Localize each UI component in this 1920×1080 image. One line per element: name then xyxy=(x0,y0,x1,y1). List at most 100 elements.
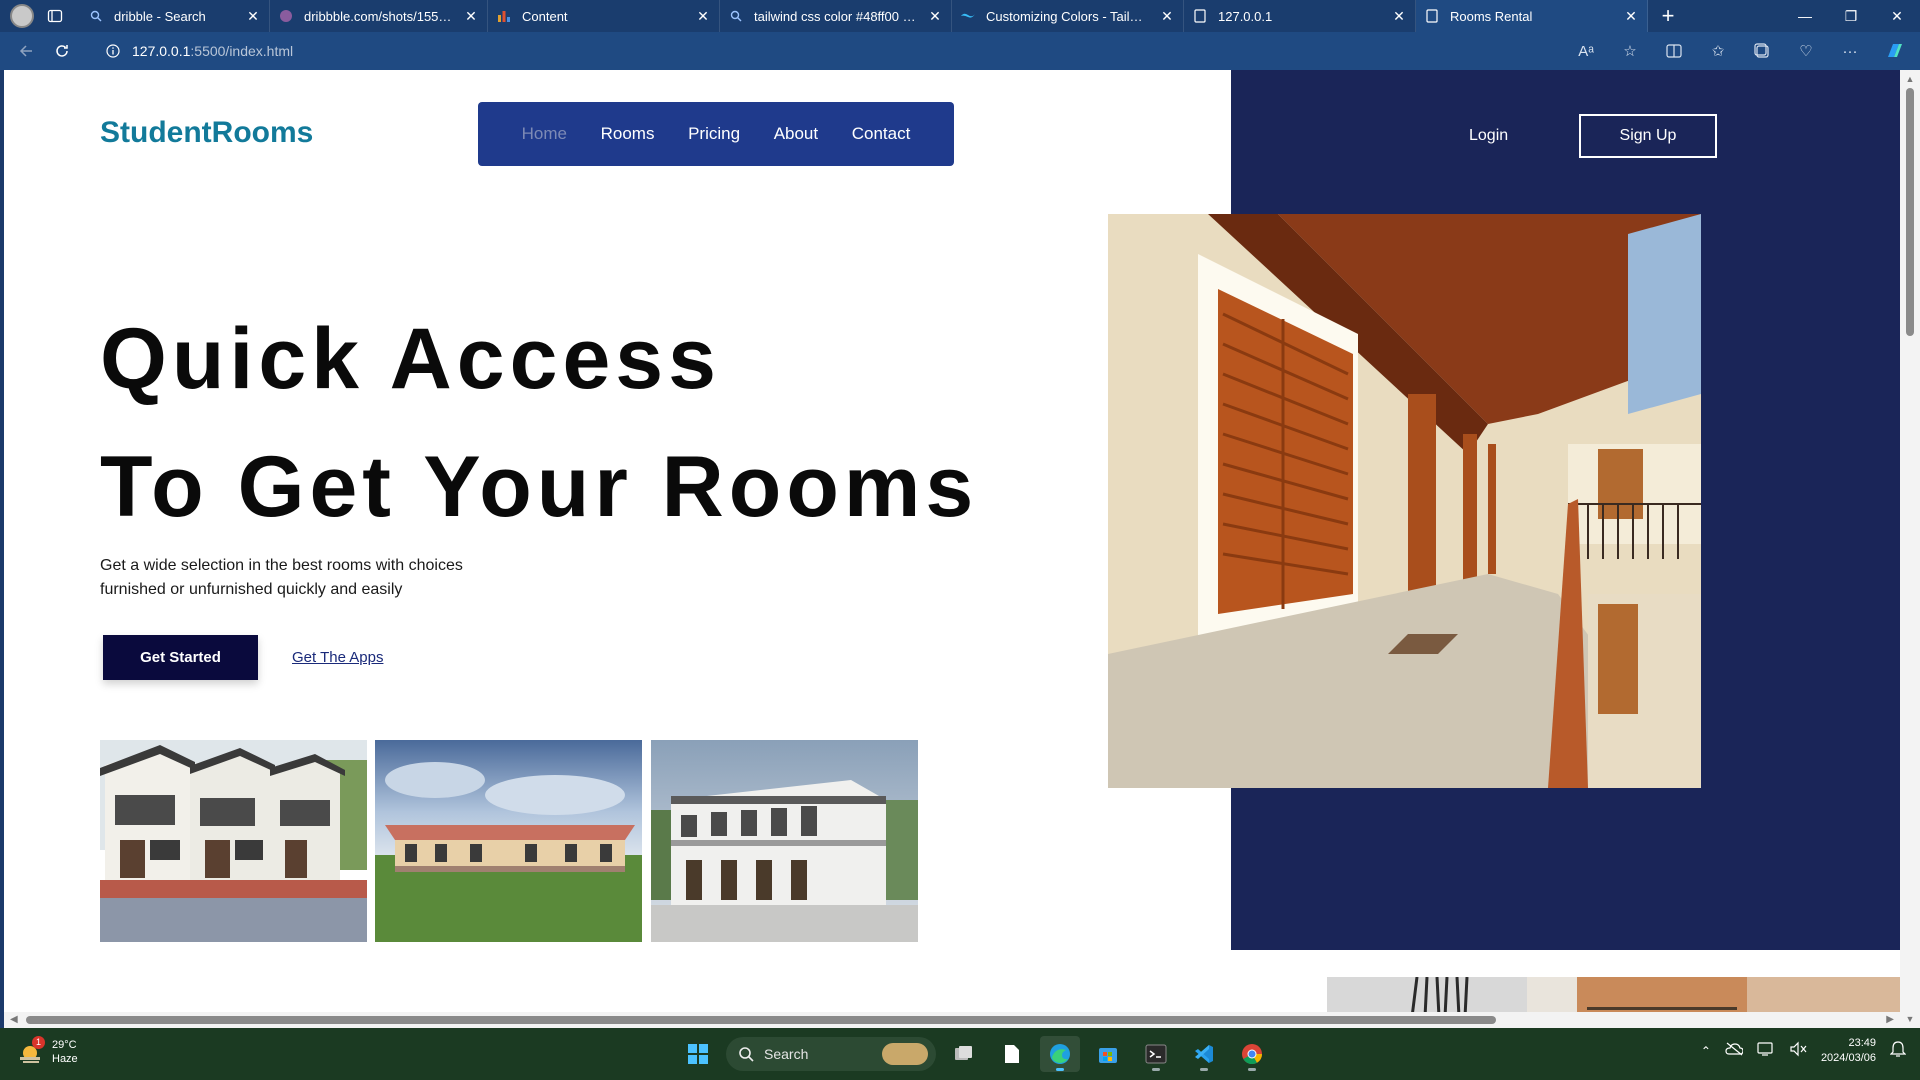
scroll-up-icon[interactable]: ▲ xyxy=(1905,74,1915,84)
scroll-right-icon[interactable]: ▶ xyxy=(1886,1014,1894,1025)
scroll-left-icon[interactable]: ◀ xyxy=(10,1014,18,1025)
tab-rooms-rental[interactable]: Rooms Rental ✕ xyxy=(1416,0,1648,32)
info-icon[interactable] xyxy=(104,42,122,60)
close-icon[interactable]: ✕ xyxy=(1159,8,1175,24)
active-indicator xyxy=(1200,1068,1208,1071)
file-icon[interactable] xyxy=(992,1036,1032,1072)
url-path: :5500/index.html xyxy=(190,43,294,59)
more-options-icon[interactable]: ··· xyxy=(1834,36,1866,66)
nav-rooms[interactable]: Rooms xyxy=(601,124,655,144)
windows-start-icon[interactable] xyxy=(678,1036,718,1072)
tab-tailwind-search[interactable]: tailwind css color #48ff00 - Sea ✕ xyxy=(720,0,952,32)
tab-tailwind-colors[interactable]: Customizing Colors - Tailwind C ✕ xyxy=(952,0,1184,32)
favorite-star-icon[interactable]: ☆ xyxy=(1614,36,1646,66)
read-aloud-icon[interactable]: Aᵃ xyxy=(1570,36,1602,66)
browser-address-bar: 127.0.0.1:5500/index.html Aᵃ ☆ ✩ ♡ ··· xyxy=(0,32,1920,70)
room-thumbnail-apartments[interactable] xyxy=(651,740,918,942)
dribbble-icon xyxy=(278,8,294,24)
close-icon[interactable]: ✕ xyxy=(927,8,943,24)
chevron-up-icon[interactable]: ⌃ xyxy=(1701,1044,1711,1058)
profile-avatar[interactable] xyxy=(10,4,34,28)
back-icon[interactable] xyxy=(8,33,44,69)
tab-title: Customizing Colors - Tailwind C xyxy=(986,8,1151,24)
tailwind-icon xyxy=(960,8,976,24)
scrollbar-thumb[interactable] xyxy=(1906,88,1914,336)
tab-title: 127.0.0.1 xyxy=(1218,8,1273,24)
new-tab-button[interactable]: + xyxy=(1654,2,1682,30)
hero-subtitle: Get a wide selection in the best rooms w… xyxy=(100,557,463,598)
tab-localhost[interactable]: 127.0.0.1 ✕ xyxy=(1184,0,1416,32)
tab-dribbble-shot[interactable]: dribbble.com/shots/15515407/ ✕ xyxy=(270,0,488,32)
tab-title: Rooms Rental xyxy=(1450,8,1533,24)
page-viewport: StudentRooms Home Rooms Pricing About Co… xyxy=(4,70,1900,1028)
tab-title: dribbble.com/shots/15515407/ xyxy=(304,8,455,24)
close-icon[interactable]: ✕ xyxy=(695,8,711,24)
next-section-image-strip xyxy=(1327,977,1900,1017)
taskbar-search-label: Search xyxy=(764,1046,809,1062)
browser-essentials-icon[interactable]: ♡ xyxy=(1790,36,1822,66)
tab-actions-icon[interactable] xyxy=(44,5,66,27)
main-nav: Home Rooms Pricing About Contact xyxy=(478,102,954,166)
task-view-icon[interactable] xyxy=(944,1036,984,1072)
signup-button[interactable]: Sign Up xyxy=(1579,114,1717,158)
weather-badge: 1 xyxy=(32,1036,45,1049)
horizontal-scrollbar[interactable]: ◀ ▶ xyxy=(4,1012,1900,1028)
tab-title: dribble - Search xyxy=(114,8,206,24)
close-icon[interactable]: ✕ xyxy=(245,8,261,24)
clock-time: 23:49 xyxy=(1848,1037,1876,1049)
scroll-down-icon[interactable]: ▼ xyxy=(1905,1014,1915,1024)
restore-icon[interactable]: ❐ xyxy=(1828,0,1874,32)
get-started-button[interactable]: Get Started xyxy=(103,635,258,680)
nav-about[interactable]: About xyxy=(774,124,818,144)
weather-sun-icon: 1 xyxy=(18,1036,45,1065)
split-screen-icon[interactable] xyxy=(1658,36,1690,66)
nav-pricing[interactable]: Pricing xyxy=(688,124,740,144)
tab-title: tailwind css color #48ff00 - Sea xyxy=(754,8,919,24)
room-thumbnail-townhouses[interactable] xyxy=(100,740,367,942)
url-field[interactable]: 127.0.0.1:5500/index.html xyxy=(90,36,1560,66)
scrollbar-thumb[interactable] xyxy=(26,1016,1496,1024)
window-controls: — ❐ ✕ xyxy=(1782,0,1920,32)
close-icon[interactable]: ✕ xyxy=(1391,8,1407,24)
browser-tab-bar: dribble - Search ✕ dribbble.com/shots/15… xyxy=(0,0,1920,32)
vscode-icon[interactable] xyxy=(1184,1036,1224,1072)
hero-title-line-1: Quick Access xyxy=(100,311,721,407)
chart-icon xyxy=(496,8,512,24)
login-link[interactable]: Login xyxy=(1469,127,1508,145)
terminal-icon[interactable] xyxy=(1136,1036,1176,1072)
weather-desc: Haze xyxy=(52,1053,78,1065)
volume-muted-icon[interactable] xyxy=(1789,1041,1807,1062)
taskbar-search[interactable]: Search xyxy=(726,1037,936,1071)
close-icon[interactable]: ✕ xyxy=(1623,8,1639,24)
active-indicator xyxy=(1152,1068,1160,1071)
nav-home[interactable]: Home xyxy=(522,124,567,144)
weather-widget[interactable]: 1 29°C Haze xyxy=(18,1036,78,1066)
minimize-icon[interactable]: — xyxy=(1782,0,1828,32)
brand-logo[interactable]: StudentRooms xyxy=(100,116,313,150)
room-thumbnail-bungalow[interactable] xyxy=(375,740,642,942)
vertical-scrollbar[interactable]: ▲ ▼ xyxy=(1900,70,1920,1028)
favorites-icon[interactable]: ✩ xyxy=(1702,36,1734,66)
store-icon[interactable] xyxy=(1088,1036,1128,1072)
hero-corridor-photo xyxy=(1108,214,1701,788)
onedrive-off-icon[interactable] xyxy=(1725,1042,1744,1061)
network-icon[interactable] xyxy=(1757,1041,1775,1062)
page-icon xyxy=(1192,8,1208,24)
get-apps-link[interactable]: Get The Apps xyxy=(292,649,383,666)
nav-contact[interactable]: Contact xyxy=(852,124,911,144)
tab-content[interactable]: Content ✕ xyxy=(488,0,720,32)
page-icon xyxy=(1424,8,1440,24)
weather-temp: 29°C xyxy=(52,1039,77,1051)
refresh-icon[interactable] xyxy=(44,33,80,69)
tab-dribble-search[interactable]: dribble - Search ✕ xyxy=(80,0,270,32)
active-indicator xyxy=(1248,1068,1256,1071)
search-icon xyxy=(728,8,744,24)
copilot-icon[interactable] xyxy=(1878,36,1910,66)
close-icon[interactable]: ✕ xyxy=(463,8,479,24)
chrome-icon[interactable] xyxy=(1232,1036,1272,1072)
edge-browser-icon[interactable] xyxy=(1040,1036,1080,1072)
clock[interactable]: 23:49 2024/03/06 xyxy=(1821,1036,1876,1066)
collections-icon[interactable] xyxy=(1746,36,1778,66)
close-window-icon[interactable]: ✕ xyxy=(1874,0,1920,32)
notification-bell-icon[interactable] xyxy=(1889,1040,1907,1063)
